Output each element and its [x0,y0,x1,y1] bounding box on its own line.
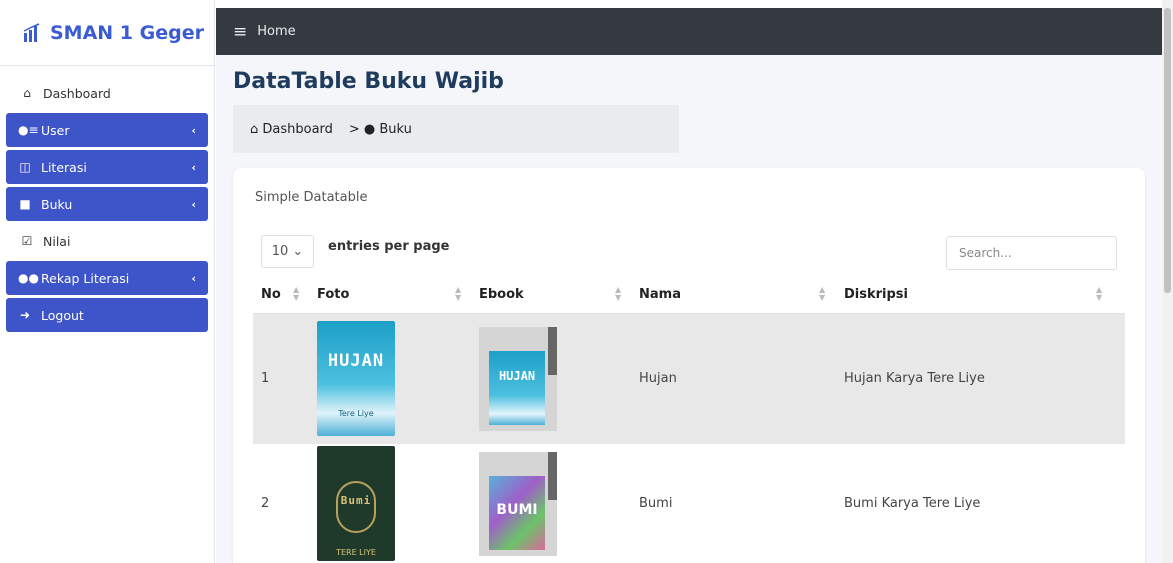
page-scrollbar[interactable] [1162,0,1173,563]
sort-icon: ▲ ▼ [819,285,826,302]
column-header-nama[interactable]: Nama ▲ ▼ [631,276,836,314]
ebook-page: BUMI [489,475,545,550]
books-table: No ▲ ▼ Foto ▲ ▼ Ebook ▲ ▼ Nama ▲ ▼ Diskripsi ▲ ▼ 1… [253,276,1125,563]
sort-icon: ▲ ▼ [293,285,300,302]
sort-icon: ▲ ▼ [615,285,622,302]
top-navbar: ≡ Home [216,8,1162,55]
search-input[interactable] [946,236,1117,270]
chevron-left-icon: ‹ [191,123,196,137]
table-row: 2 Bumi TERE LIYE BUMI Bumi Bumi Karya Te… [253,444,1125,563]
ebook-title: BUMI [496,501,538,518]
cell-foto: HUJAN Tere Liye [309,313,471,444]
sidebar-item-label: Buku [41,196,73,212]
breadcrumb-dashboard-link[interactable]: Dashboard [262,122,333,137]
breadcrumb-current: Buku [379,121,412,137]
cover-title: Bumi [340,494,372,507]
datatable-card: Simple Datatable 10 ⌄ entries per page N… [233,168,1145,563]
user-list-icon: ●≡ [18,123,39,137]
book-cover-image[interactable]: HUJAN Tere Liye [317,321,395,437]
column-header-foto[interactable]: Foto ▲ ▼ [309,276,471,314]
sidebar-item-label: Nilai [43,233,71,249]
cell-ebook: BUMI [471,444,631,563]
sidebar-item-label: Rekap Literasi [41,270,130,286]
ebook-viewer[interactable]: BUMI [479,451,557,556]
ebook-title: HUJAN [498,368,536,383]
brand[interactable]: SMAN 1 Geger [0,0,214,66]
book-icon: ■ [19,197,31,211]
sidebar-item-user[interactable]: ●≡ User ‹ [6,113,208,147]
sidebar-item-buku[interactable]: ■ Buku ‹ [6,187,208,221]
sidebar-item-label: Logout [41,307,84,323]
cover-author: TERE LIYE [336,548,376,557]
sidebar-item-label: Dashboard [43,85,111,101]
breadcrumb: ⌂ Dashboard > ● Buku [233,105,679,153]
sidebar-item-nilai[interactable]: ☑ Nilai [6,224,208,258]
cell-nama: Hujan [631,313,836,444]
sort-icon: ▲ ▼ [455,285,462,302]
cell-no: 1 [253,313,309,444]
ebook-scrollbar[interactable] [548,326,557,375]
hamburger-menu-icon[interactable]: ≡ [233,22,247,42]
sidebar-item-logout[interactable]: ➜ Logout [6,298,208,332]
entries-value: 10 [271,244,289,259]
chevron-left-icon: ‹ [191,160,196,174]
brand-logo-icon [23,22,40,42]
breadcrumb-separator: > [348,121,360,137]
chevron-down-icon: ⌄ [288,244,304,259]
cell-foto: Bumi TERE LIYE [309,444,471,563]
sidebar-item-dashboard[interactable]: ⌂ Dashboard [6,76,208,110]
cell-diskripsi: Hujan Karya Tere Liye [836,313,1125,444]
home-link[interactable]: Home [257,24,295,39]
column-header-diskripsi[interactable]: Diskripsi ▲ ▼ [836,276,1125,314]
entries-label: entries per page [328,239,450,254]
page-title: DataTable Buku Wajib [233,69,504,94]
home-icon: ⌂ [23,86,31,100]
ebook-page: HUJAN [489,350,545,425]
cell-nama: Bumi [631,444,836,563]
card-title: Simple Datatable [255,190,368,205]
sidebar-item-literasi[interactable]: ◫ Literasi ‹ [6,150,208,184]
sidebar-item-label: User [41,122,70,138]
table-row: 1 HUJAN Tere Liye HUJAN Hujan Hujan Kary… [253,313,1125,444]
home-icon: ⌂ [250,121,263,137]
table-header-row: No ▲ ▼ Foto ▲ ▼ Ebook ▲ ▼ Nama ▲ ▼ Diskripsi ▲ ▼ [253,276,1125,314]
cell-ebook: HUJAN [471,313,631,444]
sidebar-item-rekap-literasi[interactable]: ●● Rekap Literasi ‹ [6,261,208,295]
cell-diskripsi: Bumi Karya Tere Liye [836,444,1125,563]
cover-author: Tere Liye [338,409,374,419]
cell-no: 2 [253,444,309,563]
book-cover-image[interactable]: Bumi TERE LIYE [317,446,395,561]
ebook-viewer[interactable]: HUJAN [479,326,557,431]
sidebar-item-label: Literasi [41,159,87,175]
scrollbar-thumb[interactable] [1164,8,1171,293]
brand-name: SMAN 1 Geger [50,21,204,44]
checkbox-icon: ☑ [21,234,33,248]
cover-title: HUJAN [327,351,385,372]
entries-control: 10 ⌄ entries per page [261,235,450,268]
column-header-no[interactable]: No ▲ ▼ [253,276,309,314]
sort-icon: ▲ ▼ [1096,285,1103,302]
user-icon: ● [363,121,380,137]
users-icon: ●● [18,271,39,285]
sidebar: SMAN 1 Geger ⌂ Dashboard ●≡ User ‹ ◫ Lit… [0,0,215,563]
column-header-ebook[interactable]: Ebook ▲ ▼ [471,276,631,314]
sidebar-menu: ⌂ Dashboard ●≡ User ‹ ◫ Literasi ‹ ■ Buk… [0,66,214,332]
ebook-scrollbar[interactable] [548,451,557,500]
sign-out-icon: ➜ [19,308,31,322]
main-content: DataTable Buku Wajib ⌂ Dashboard > ● Buk… [216,55,1162,563]
chevron-left-icon: ‹ [191,197,196,211]
chevron-left-icon: ‹ [191,271,196,285]
entries-per-page-select[interactable]: 10 ⌄ [261,235,314,268]
cover-ornament [336,481,376,533]
book-open-icon: ◫ [19,160,31,174]
